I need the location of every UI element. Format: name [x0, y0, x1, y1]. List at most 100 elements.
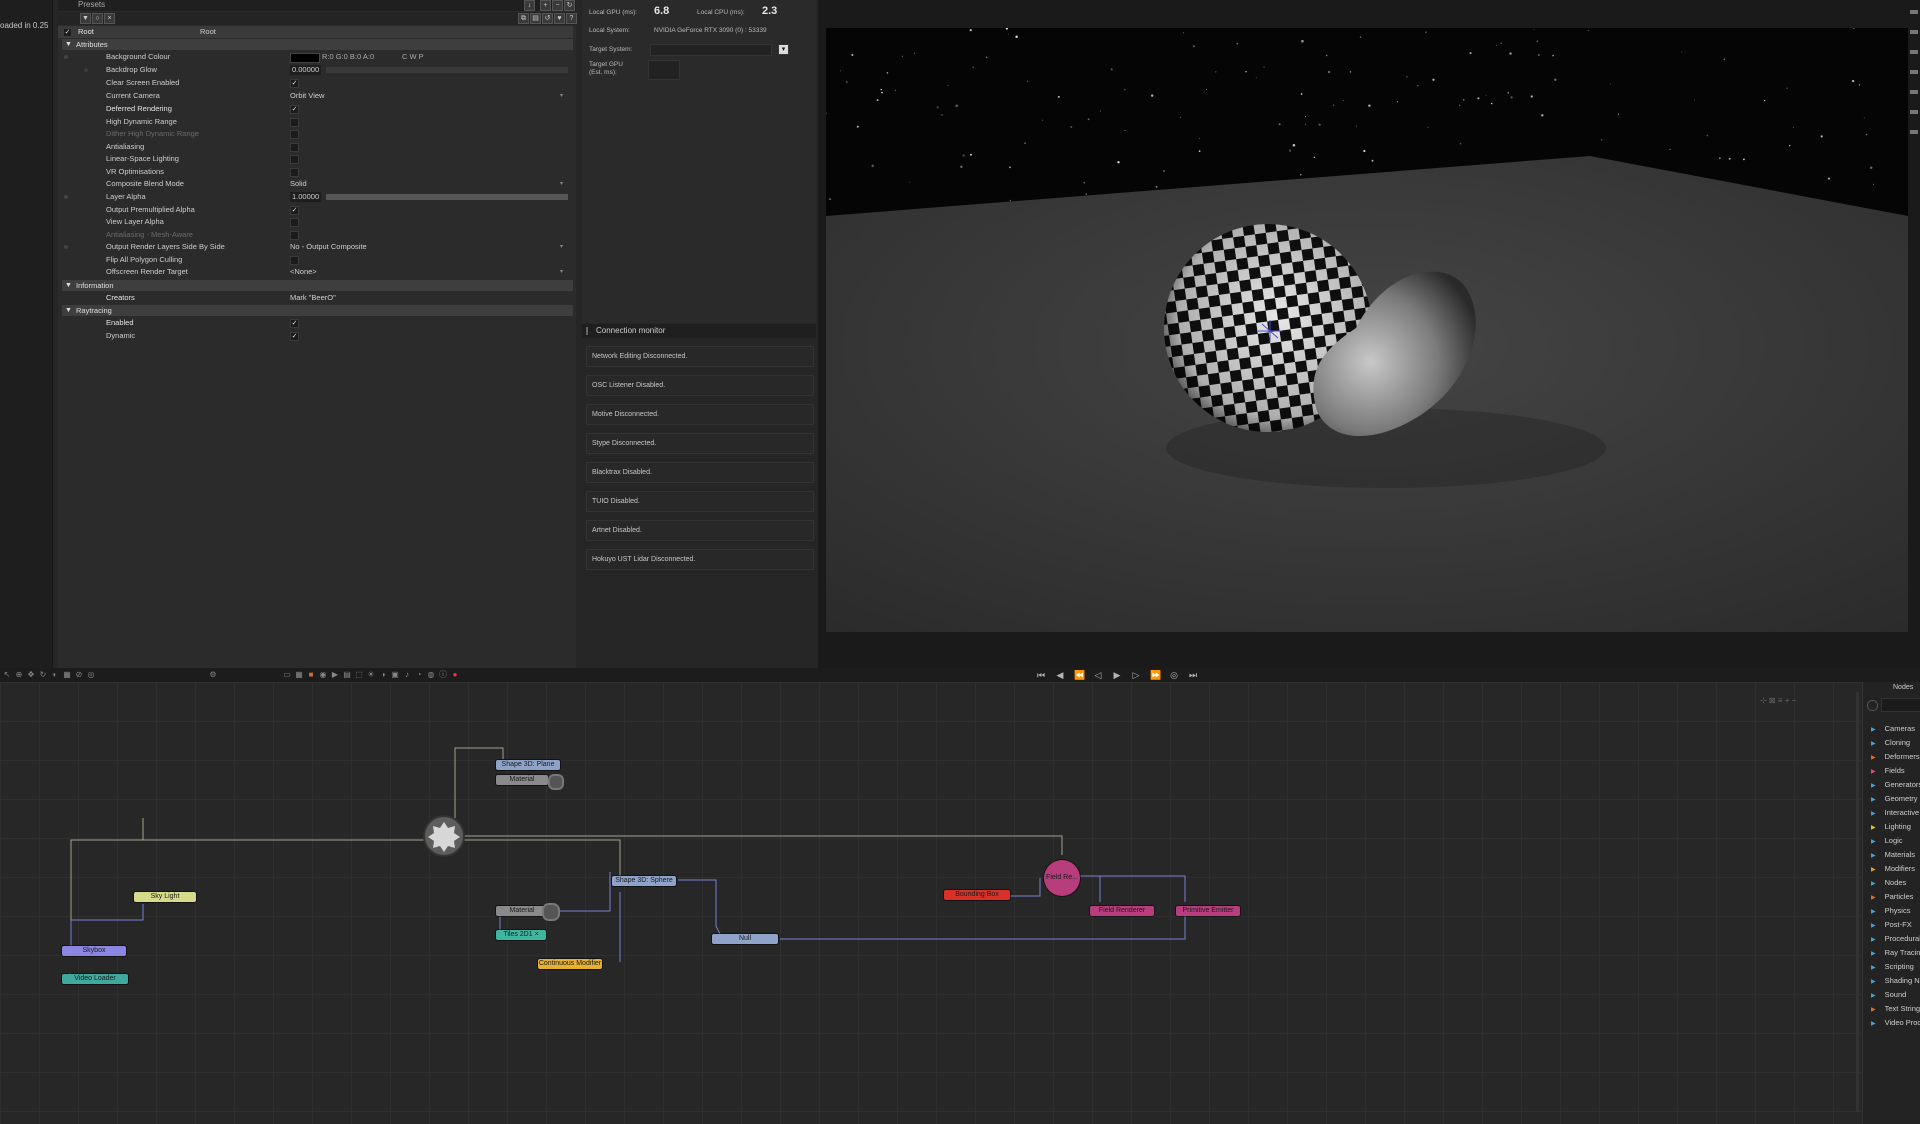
- node-bounding-box[interactable]: Bounding Box: [944, 890, 1010, 900]
- expand-arrow-icon[interactable]: ▶: [1871, 951, 1876, 957]
- section-information[interactable]: ▼ Information: [62, 280, 573, 291]
- step-forward-icon[interactable]: ▷: [1131, 670, 1141, 680]
- node-video-loader[interactable]: Video Loader: [62, 974, 128, 984]
- grid-view-icon[interactable]: ▦: [294, 670, 304, 680]
- settings-icon[interactable]: ○: [92, 13, 103, 24]
- zoom-tool-icon[interactable]: ⊕: [14, 670, 24, 680]
- node-category-item[interactable]: ▶ Scripting: [1871, 962, 1914, 971]
- graph-view-controls[interactable]: ⊹ ⊠ ≡ + −: [1760, 696, 1820, 706]
- attr-row-clear-screen[interactable]: Clear Screen Enabled ✓: [58, 77, 573, 89]
- step-back-icon[interactable]: ◁: [1093, 670, 1103, 680]
- paste-icon[interactable]: ▤: [530, 13, 541, 24]
- rotate-tool-icon[interactable]: ↻: [38, 670, 48, 680]
- handle[interactable]: [1910, 50, 1918, 54]
- expand-arrow-icon[interactable]: ▶: [1871, 839, 1876, 845]
- colour-flags[interactable]: C W P: [402, 51, 424, 63]
- connection-item[interactable]: OSC Listener Disabled.: [586, 375, 814, 396]
- handle[interactable]: [1910, 110, 1918, 114]
- node-category-item[interactable]: ▶ Modifiers: [1871, 864, 1915, 873]
- node-search-input[interactable]: [1881, 698, 1920, 712]
- handle[interactable]: [1910, 130, 1918, 134]
- attr-row-layer-alpha[interactable]: Layer Alpha 1.00000: [58, 191, 573, 203]
- expand-arrow-icon[interactable]: ▶: [1871, 965, 1876, 971]
- viewport-side-handles[interactable]: [1908, 0, 1920, 160]
- dropdown-icon[interactable]: ▾: [560, 266, 563, 278]
- expand-arrow-icon[interactable]: ▶: [1871, 783, 1876, 789]
- dropdown-icon[interactable]: ▾: [560, 241, 563, 253]
- node-skybox[interactable]: Skybox: [62, 946, 126, 956]
- expand-arrow-icon[interactable]: ▶: [1871, 769, 1876, 775]
- clear-screen-checkbox[interactable]: ✓: [290, 79, 299, 88]
- node-category-item[interactable]: ▶ Procedural: [1871, 934, 1920, 943]
- handle[interactable]: [1910, 30, 1918, 34]
- pin-icon[interactable]: ↓: [524, 0, 535, 11]
- select-tool-icon[interactable]: ↖: [2, 670, 12, 680]
- presets-label[interactable]: Presets: [78, 0, 105, 10]
- dropdown-icon[interactable]: ▾: [560, 178, 563, 190]
- node-category-item[interactable]: ▶ Sound: [1871, 990, 1906, 999]
- view-mode-icon[interactable]: ▭: [282, 670, 292, 680]
- backdrop-glow-slider[interactable]: [326, 67, 568, 73]
- handle[interactable]: [1910, 90, 1918, 94]
- raytracing-enabled-checkbox[interactable]: ✓: [290, 319, 299, 328]
- copy-icon[interactable]: ⧉: [518, 13, 529, 24]
- node-shape-plane[interactable]: Shape 3D: Plane: [496, 760, 560, 770]
- expand-arrow-icon[interactable]: ▶: [1871, 895, 1876, 901]
- rewind-icon[interactable]: ⏪: [1074, 670, 1085, 680]
- node-category-item[interactable]: ▶ Generators: [1871, 780, 1920, 789]
- expand-arrow-icon[interactable]: ▶: [1871, 979, 1876, 985]
- node-category-item[interactable]: ▶ Physics: [1871, 906, 1910, 915]
- vr-view-icon[interactable]: ◍: [426, 670, 436, 680]
- expand-arrow-icon[interactable]: ▶: [1871, 867, 1876, 873]
- loop-icon[interactable]: ◎: [1169, 670, 1179, 680]
- raytracing-dynamic-checkbox[interactable]: ✓: [290, 332, 299, 341]
- add-icon[interactable]: +: [540, 0, 551, 11]
- attr-row-offscreen[interactable]: Offscreen Render Target <None> ▾: [58, 266, 573, 278]
- gear-icon[interactable]: ⚙: [208, 670, 218, 680]
- attr-row-background-colour[interactable]: Background Colour R:0 G:0 B:0 A:0 C W P: [58, 51, 573, 63]
- help-icon[interactable]: ?: [566, 13, 577, 24]
- scene-root-node[interactable]: [420, 812, 468, 860]
- expand-arrow-icon[interactable]: ▶: [1871, 923, 1876, 929]
- node-primitive-emitter[interactable]: Primitive Emitter: [1176, 906, 1240, 916]
- layer-alpha-slider[interactable]: [326, 194, 568, 200]
- attr-row-backdrop-glow[interactable]: Backdrop Glow 0.00000: [58, 64, 573, 76]
- play-icon[interactable]: ▶: [1112, 670, 1122, 680]
- attr-row-enabled[interactable]: Enabled ✓: [58, 317, 573, 329]
- connection-item[interactable]: Stype Disconnected.: [586, 433, 814, 454]
- node-category-item[interactable]: ▶ Interactive: [1871, 808, 1919, 817]
- expand-arrow-icon[interactable]: ▶: [1871, 741, 1876, 747]
- panel-grip-icon[interactable]: [586, 327, 588, 335]
- node-material-mid[interactable]: Material: [496, 906, 548, 916]
- expand-arrow-icon[interactable]: ▶: [1871, 811, 1876, 817]
- handle[interactable]: [1910, 70, 1918, 74]
- antialiasing-checkbox[interactable]: [290, 143, 299, 152]
- attr-row-flip-polygon[interactable]: Flip All Polygon Culling: [58, 254, 573, 266]
- node-continuous-modifier[interactable]: Continuous Modifier: [538, 959, 602, 969]
- deferred-checkbox[interactable]: ✓: [290, 105, 299, 114]
- render-view-icon[interactable]: ◉: [318, 670, 328, 680]
- skip-start-icon[interactable]: ⏮: [1036, 670, 1046, 680]
- pan-tool-icon[interactable]: ✥: [26, 670, 36, 680]
- attr-row-side-by-side[interactable]: Output Render Layers Side By Side No - O…: [58, 241, 573, 253]
- connection-item[interactable]: Motive Disconnected.: [586, 404, 814, 425]
- node-category-item[interactable]: ▶ Logic: [1871, 836, 1903, 845]
- grid-tool-icon[interactable]: ▦: [62, 670, 72, 680]
- handle[interactable]: [1910, 10, 1918, 14]
- heart-icon[interactable]: ♥: [554, 13, 565, 24]
- flip-checkbox[interactable]: [290, 256, 299, 265]
- expand-arrow-icon[interactable]: ▶: [1871, 825, 1876, 831]
- link-tool-icon[interactable]: ⊘: [74, 670, 84, 680]
- node-category-item[interactable]: ▶ Particles: [1871, 892, 1913, 901]
- wire-view-icon[interactable]: ⬚: [354, 670, 364, 680]
- attr-row-current-camera[interactable]: Current Camera Orbit View ▾: [58, 90, 573, 102]
- node-category-item[interactable]: ▶ Cloning: [1871, 738, 1910, 747]
- view-alpha-checkbox[interactable]: [290, 218, 299, 227]
- expand-arrow-icon[interactable]: ▶: [1871, 755, 1876, 761]
- node-category-item[interactable]: ▶ Cameras: [1871, 724, 1915, 733]
- node-graph[interactable]: Shape 3D: Plane Material Sky Light Skybo…: [0, 682, 1862, 1124]
- camera-select[interactable]: Orbit View: [290, 90, 324, 102]
- keyframe-icon[interactable]: [64, 195, 68, 199]
- keyframe-icon[interactable]: [64, 55, 68, 59]
- node-sky-light[interactable]: Sky Light: [134, 892, 196, 902]
